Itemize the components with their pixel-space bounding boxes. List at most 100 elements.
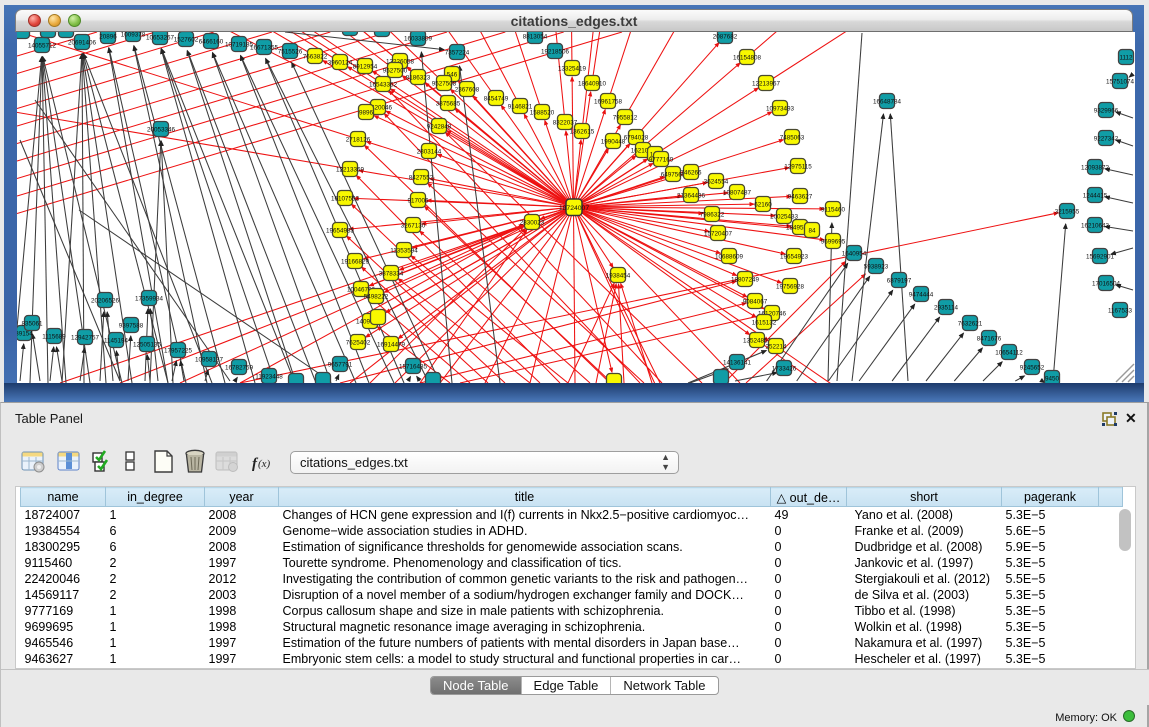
svg-text:6879197: 6879197 bbox=[887, 278, 912, 285]
svg-text:917006: 917006 bbox=[407, 198, 429, 205]
svg-text:20691406: 20691406 bbox=[68, 40, 97, 47]
svg-text:1362615: 1362615 bbox=[570, 129, 595, 136]
svg-text:7485063: 7485063 bbox=[780, 135, 805, 142]
svg-text:9084067: 9084067 bbox=[743, 299, 768, 306]
svg-text:12093872: 12093872 bbox=[1081, 165, 1110, 172]
svg-text:17957225: 17957225 bbox=[164, 348, 193, 355]
svg-text:1640954: 1640954 bbox=[842, 251, 867, 258]
svg-text:9450: 9450 bbox=[1045, 376, 1060, 383]
svg-text:2367608: 2367608 bbox=[455, 87, 480, 94]
svg-text:8912954: 8912954 bbox=[353, 64, 378, 71]
svg-text:1112: 1112 bbox=[1119, 55, 1133, 62]
svg-text:1244415: 1244415 bbox=[1083, 193, 1108, 200]
svg-text:1009378: 1009378 bbox=[121, 32, 146, 39]
svg-text:1990448: 1990448 bbox=[601, 139, 626, 146]
svg-text:8471676: 8471676 bbox=[977, 336, 1002, 343]
svg-text:16210643: 16210643 bbox=[1081, 223, 1110, 230]
svg-text:16961758: 16961758 bbox=[594, 99, 623, 106]
svg-text:1588520: 1588520 bbox=[530, 110, 555, 117]
svg-text:20896: 20896 bbox=[99, 34, 117, 41]
svg-text:16033809: 16033809 bbox=[404, 36, 433, 43]
svg-text:2718126: 2718126 bbox=[346, 137, 371, 144]
svg-text:14055712: 14055712 bbox=[28, 43, 57, 50]
svg-text:2935114: 2935114 bbox=[934, 305, 959, 312]
svg-text:15692901: 15692901 bbox=[1086, 254, 1115, 261]
svg-text:10688609: 10688609 bbox=[715, 254, 744, 261]
svg-text:13325419: 13325419 bbox=[558, 66, 587, 73]
svg-text:16914479: 16914479 bbox=[377, 342, 406, 349]
svg-text:1167533: 1167533 bbox=[1108, 308, 1133, 315]
svg-text:9699695: 9699695 bbox=[821, 239, 846, 246]
svg-text:17016504: 17016504 bbox=[1092, 281, 1121, 288]
svg-text:9777169: 9777169 bbox=[649, 157, 674, 164]
svg-text:3267130: 3267130 bbox=[401, 223, 426, 230]
svg-text:19654923: 19654923 bbox=[780, 254, 809, 261]
svg-text:6466160: 6466160 bbox=[199, 39, 224, 46]
svg-text:5938923: 5938923 bbox=[864, 264, 889, 271]
svg-text:746266: 746266 bbox=[680, 170, 702, 177]
svg-text:835061: 835061 bbox=[21, 321, 43, 328]
svg-text:15716485: 15716485 bbox=[399, 364, 428, 371]
svg-text:2087682: 2087682 bbox=[713, 34, 738, 41]
svg-text:10958137: 10958137 bbox=[195, 357, 224, 364]
svg-text:9227342: 9227342 bbox=[1094, 136, 1119, 143]
svg-text:252214: 252214 bbox=[765, 344, 787, 351]
svg-text:3215955: 3215955 bbox=[1055, 209, 1080, 216]
svg-text:9242848: 9242848 bbox=[427, 124, 452, 131]
svg-text:12975115: 12975115 bbox=[784, 164, 812, 171]
svg-text:16107553: 16107553 bbox=[331, 196, 360, 203]
svg-text:19654983: 19654983 bbox=[326, 228, 355, 235]
svg-text:9329966: 9329966 bbox=[1094, 108, 1119, 115]
svg-text:1938454: 1938454 bbox=[606, 273, 631, 280]
svg-text:20206526: 20206526 bbox=[91, 298, 120, 305]
svg-text:9115460: 9115460 bbox=[821, 207, 846, 214]
svg-text:(x): (x) bbox=[258, 458, 271, 470]
svg-text:15751074: 15751074 bbox=[1106, 79, 1135, 86]
svg-text:9527508: 9527508 bbox=[432, 81, 457, 88]
svg-text:16543362: 16543362 bbox=[369, 82, 398, 89]
svg-text:8186323: 8186323 bbox=[406, 75, 431, 82]
svg-text:12213369: 12213369 bbox=[336, 167, 365, 174]
svg-text:10654112: 10654112 bbox=[995, 350, 1023, 357]
svg-text:10973493: 10973493 bbox=[766, 106, 795, 113]
svg-text:19166829: 19166829 bbox=[341, 259, 370, 266]
svg-text:8427552: 8427552 bbox=[409, 175, 434, 182]
svg-text:9474444: 9474444 bbox=[909, 292, 934, 299]
svg-text:7986322: 7986322 bbox=[700, 212, 725, 219]
svg-text:9245652: 9245652 bbox=[1020, 365, 1045, 372]
svg-text:3960124: 3960124 bbox=[328, 60, 353, 67]
svg-text:9527500: 9527500 bbox=[383, 68, 408, 75]
svg-text:8454749: 8454749 bbox=[484, 96, 509, 103]
svg-text:3624554: 3624554 bbox=[704, 179, 729, 186]
svg-text:3875685: 3875685 bbox=[436, 101, 461, 108]
svg-text:12213967: 12213967 bbox=[752, 81, 781, 88]
svg-text:3878334: 3878334 bbox=[379, 271, 404, 278]
svg-text:8813054: 8813054 bbox=[523, 34, 548, 41]
svg-text:1115689: 1115689 bbox=[42, 334, 66, 341]
svg-text:15720407: 15720407 bbox=[704, 231, 733, 238]
svg-text:18640910: 18640910 bbox=[578, 81, 607, 88]
svg-text:7663822: 7663822 bbox=[303, 54, 328, 61]
svg-text:6794028: 6794028 bbox=[624, 135, 649, 142]
svg-text:7625402: 7625402 bbox=[346, 340, 371, 347]
svg-text:14136141: 14136141 bbox=[723, 360, 752, 367]
svg-text:7955812: 7955812 bbox=[613, 115, 638, 122]
svg-text:12505135: 12505135 bbox=[133, 342, 162, 349]
svg-text:62160: 62160 bbox=[754, 202, 772, 209]
svg-text:1145194: 1145194 bbox=[104, 338, 129, 345]
svg-text:9896: 9896 bbox=[359, 110, 374, 117]
svg-text:10653267: 10653267 bbox=[146, 35, 175, 42]
svg-text:10807487: 10807487 bbox=[723, 190, 752, 197]
svg-text:9463627: 9463627 bbox=[788, 194, 813, 201]
svg-text:9657791: 9657791 bbox=[328, 362, 353, 369]
svg-text:8322037: 8322037 bbox=[553, 120, 578, 127]
svg-text:16154808: 16154808 bbox=[733, 55, 762, 62]
svg-text:39154: 39154 bbox=[17, 331, 33, 338]
svg-text:12942757: 12942757 bbox=[71, 335, 100, 342]
svg-text:1527602: 1527602 bbox=[174, 37, 199, 44]
svg-text:1733426: 1733426 bbox=[772, 366, 797, 373]
svg-text:18724007: 18724007 bbox=[559, 205, 589, 212]
svg-text:2830023: 2830023 bbox=[520, 220, 545, 227]
svg-text:2803144: 2803144 bbox=[417, 149, 442, 156]
svg-text:20053346: 20053346 bbox=[147, 127, 176, 134]
